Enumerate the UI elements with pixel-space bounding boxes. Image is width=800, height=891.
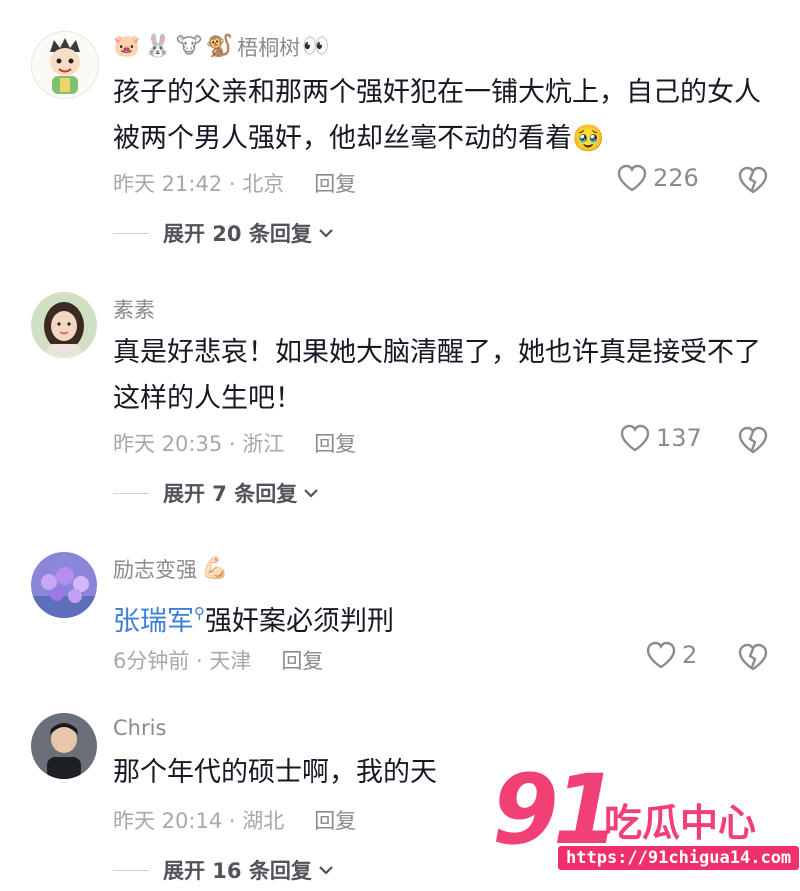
reply-button[interactable]: 回复 xyxy=(314,805,356,835)
comment-text: 张瑞军⚲强奸案必须判刑 xyxy=(113,590,773,645)
like-count: 137 xyxy=(656,424,702,452)
chevron-down-icon xyxy=(319,229,333,238)
username-text: 梧桐树 xyxy=(237,36,301,60)
username[interactable]: Chris xyxy=(113,716,166,740)
heart-outline-icon xyxy=(617,164,647,192)
dislike-button[interactable] xyxy=(738,426,768,458)
search-icon[interactable]: ⚲ xyxy=(194,604,205,622)
tearful-face-emoji: 🥹 xyxy=(572,124,605,154)
username[interactable]: 励志变强 💪🏻 xyxy=(113,554,232,584)
expand-replies-label: 展开 16 条回复 xyxy=(163,859,312,883)
time-location: 昨天 20:35 · 浙江 xyxy=(113,432,285,456)
cartoon-avatar-image xyxy=(32,32,98,98)
reply-button[interactable]: 回复 xyxy=(281,645,323,675)
comment-text: 孩子的父亲和那两个强奸犯在一铺大炕上，自己的女人被两个男人强奸，他却丝毫不动的看… xyxy=(113,70,773,162)
username[interactable]: 🐷 🐰 🐮 🐒 梧桐树 👀 xyxy=(113,32,334,62)
time-location: 昨天 21:42 · 北京 xyxy=(113,172,285,196)
expand-replies-button[interactable]: 展开 16 条回复 xyxy=(113,855,334,885)
watermark-number: 91 xyxy=(492,754,620,866)
reply-button[interactable]: 回复 xyxy=(314,168,356,198)
expand-replies-button[interactable]: 展开 7 条回复 xyxy=(113,478,319,508)
site-watermark: 91 吃瓜中心 https://91chigua14.com xyxy=(492,754,800,888)
watermark-url: https://91chigua14.com xyxy=(558,846,800,870)
reply-button[interactable]: 回复 xyxy=(314,428,356,458)
avatar[interactable] xyxy=(31,713,97,779)
comment-text: 真是好悲哀！如果她大脑清醒了，她也许真是接受不了这样的人生吧！ xyxy=(113,337,761,414)
expand-replies-label: 展开 7 条回复 xyxy=(163,482,298,506)
avatar[interactable] xyxy=(31,292,97,358)
flexed-biceps-emoji: 💪🏻 xyxy=(201,556,229,581)
expand-replies-button[interactable]: 展开 20 条回复 xyxy=(113,218,334,248)
comment-meta: 昨天 20:14 · 湖北 回复 xyxy=(113,805,356,835)
mention-link[interactable]: 张瑞军 xyxy=(113,606,194,637)
avatar[interactable] xyxy=(31,552,97,618)
watermark-brand: 吃瓜中心 xyxy=(604,801,757,845)
flowers-avatar-image xyxy=(31,552,97,618)
username-text: 素素 xyxy=(113,298,155,322)
monkey-emoji: 🐒 xyxy=(205,34,234,59)
broken-heart-icon xyxy=(738,643,768,671)
username-text: 励志变强 xyxy=(113,558,197,582)
comment-body: 强奸案必须判刑 xyxy=(205,606,394,637)
like-button[interactable]: 226 xyxy=(617,164,699,192)
comment-meta: 昨天 21:42 · 北京 回复 xyxy=(113,168,356,198)
username-text: Chris xyxy=(113,716,167,740)
expand-replies-label: 展开 20 条回复 xyxy=(163,222,312,246)
time-location: 昨天 20:14 · 湖北 xyxy=(113,809,285,833)
divider-line xyxy=(113,492,149,494)
like-button[interactable]: 137 xyxy=(620,424,702,452)
chevron-down-icon xyxy=(319,866,333,875)
comment-body: 孩子的父亲和那两个强奸犯在一铺大炕上，自己的女人被两个男人强奸，他却丝毫不动的看… xyxy=(113,77,761,154)
dislike-button[interactable] xyxy=(738,166,768,198)
divider-line xyxy=(113,869,149,871)
divider-line xyxy=(113,232,149,234)
heart-outline-icon xyxy=(646,641,676,669)
like-count: 2 xyxy=(682,641,698,669)
comment-meta: 6分钟前 · 天津 回复 xyxy=(113,645,323,675)
like-count: 226 xyxy=(653,164,699,192)
rabbit-emoji: 🐰 xyxy=(144,34,172,59)
chevron-down-icon xyxy=(304,489,319,498)
pig-emoji: 🐷 xyxy=(113,34,141,59)
eyes-emoji: 👀 xyxy=(302,34,330,59)
heart-outline-icon xyxy=(620,424,650,452)
dislike-button[interactable] xyxy=(738,643,768,675)
like-button[interactable]: 2 xyxy=(646,641,697,669)
comment-meta: 昨天 20:35 · 浙江 回复 xyxy=(113,428,356,458)
man-photo-avatar-image xyxy=(31,713,97,779)
cow-emoji: 🐮 xyxy=(175,34,202,59)
broken-heart-icon xyxy=(738,426,768,454)
avatar[interactable] xyxy=(31,31,99,99)
username[interactable]: 素素 xyxy=(113,294,155,324)
broken-heart-icon xyxy=(738,166,768,194)
time-location: 6分钟前 · 天津 xyxy=(113,649,252,673)
girl-photo-avatar-image xyxy=(31,292,97,358)
